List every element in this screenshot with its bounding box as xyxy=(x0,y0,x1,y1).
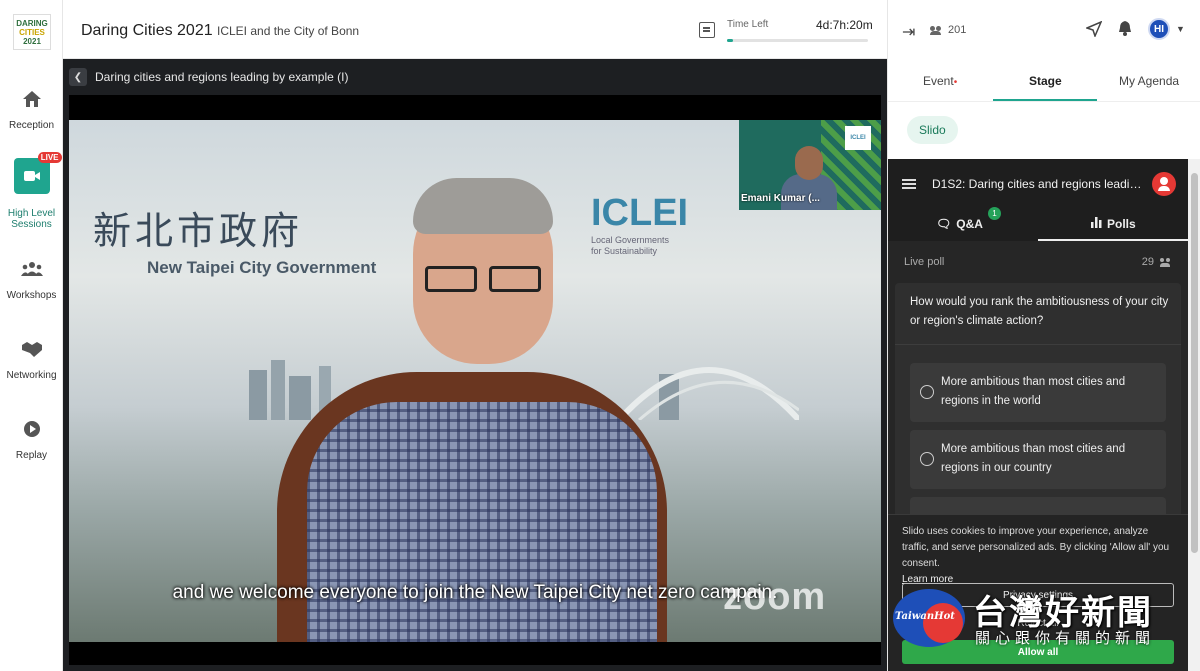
tab-stage-label: Stage xyxy=(1029,74,1062,88)
people-icon xyxy=(930,25,943,35)
slido-active-tab-indicator xyxy=(1038,239,1188,241)
nav-item-reception[interactable]: Reception xyxy=(0,88,63,131)
event-title: Daring Cities 2021 xyxy=(81,22,213,39)
cookie-message: Slido uses cookies to improve your exper… xyxy=(902,526,1170,569)
send-icon[interactable] xyxy=(1084,20,1103,41)
divider xyxy=(895,344,1181,345)
logo-line-2: CITIES xyxy=(19,27,45,37)
time-progress-fill xyxy=(727,39,733,42)
chevron-left-icon: ❮ xyxy=(73,71,83,83)
poll-option-text: More ambitious than most cities and regi… xyxy=(941,443,1126,474)
taiwanhot-logo: TaiwanHot xyxy=(893,589,965,647)
nav-item-high-level-sessions[interactable]: LIVE High Level Sessions xyxy=(0,152,63,230)
play-icon xyxy=(21,418,43,440)
tab-event[interactable]: Event• xyxy=(923,74,957,88)
left-nav: DARING CITIES 2021 Reception LIVE High L… xyxy=(0,0,63,671)
nav-label: Replay xyxy=(15,450,48,461)
tab-stage[interactable]: Stage xyxy=(1029,74,1062,88)
poll-question: How would you rank the ambitiousness of … xyxy=(910,296,1169,327)
slido-header: D1S2: Daring cities and regions leading … xyxy=(888,159,1188,209)
daring-cities-logo[interactable]: DARING CITIES 2021 xyxy=(13,14,51,50)
hamburger-menu-icon[interactable] xyxy=(902,179,916,181)
user-avatar[interactable]: HI xyxy=(1148,18,1170,40)
poll-option[interactable]: More ambitious than most cities and regi… xyxy=(910,363,1166,422)
logo-line-3: 2021 xyxy=(23,36,41,46)
slido-chip[interactable]: Slido xyxy=(907,116,958,144)
poll-option-text: More ambitious than most cities and regi… xyxy=(941,376,1126,407)
participant-count-value: 29 xyxy=(1141,256,1154,268)
video-camera-icon: LIVE xyxy=(13,152,62,194)
session-bar: ❮ Daring cities and regions leading by e… xyxy=(69,67,348,87)
chat-bubble-icon: 🗨 xyxy=(936,217,952,231)
picture-in-picture-video[interactable]: ICLEI Emani Kumar (... xyxy=(739,120,881,210)
nav-item-replay[interactable]: Replay xyxy=(0,418,63,461)
radio-button[interactable] xyxy=(920,452,934,466)
logo-line-1: DARING xyxy=(16,18,48,28)
radio-button[interactable] xyxy=(920,385,934,399)
scrollbar-thumb[interactable] xyxy=(1191,173,1198,553)
session-title: Daring cities and regions leading by exa… xyxy=(95,70,349,84)
chevron-down-icon[interactable]: ▼ xyxy=(1176,24,1185,34)
slido-tab-qa-label: Q&A xyxy=(956,217,983,231)
time-left-widget: Time Left 4d:7h:20m xyxy=(699,18,879,44)
qa-count-badge: 1 xyxy=(988,207,1001,220)
back-button[interactable]: ❮ xyxy=(69,68,87,86)
home-icon xyxy=(21,88,43,110)
slido-tab-qa[interactable]: 🗨 Q&A xyxy=(936,217,983,231)
nav-item-networking[interactable]: Networking xyxy=(0,338,63,381)
attendee-count[interactable]: 201 xyxy=(930,24,966,36)
speaker-figure xyxy=(277,162,667,642)
backdrop-chinese-text: 新北市政府 xyxy=(93,209,304,253)
right-toolbar: ⇥ 201 HI ▼ xyxy=(888,0,1200,60)
nav-label: Reception xyxy=(8,120,55,131)
nav-item-workshops[interactable]: Workshops xyxy=(0,258,63,301)
group-icon xyxy=(20,258,43,280)
slido-event-title: D1S2: Daring cities and regions leading … xyxy=(932,177,1148,191)
tab-my-agenda-label: My Agenda xyxy=(1119,74,1180,88)
time-left-value: 4d:7h:20m xyxy=(816,18,873,32)
live-poll-label: Live poll xyxy=(904,256,945,268)
panel-tabs: Event• Stage My Agenda xyxy=(888,60,1200,102)
bar-chart-icon xyxy=(1091,217,1102,231)
right-panel: ⇥ 201 HI ▼ Event• Stage My Agenda Slido … xyxy=(887,0,1200,671)
cookie-text: Slido uses cookies to improve your exper… xyxy=(902,524,1178,588)
tab-my-agenda[interactable]: My Agenda xyxy=(1119,74,1179,88)
slido-user-icon[interactable] xyxy=(1152,172,1176,196)
app-root: DARING CITIES 2021 Reception LIVE High L… xyxy=(0,0,1200,671)
participant-count: 29 xyxy=(1142,256,1172,268)
handshake-icon xyxy=(21,338,43,360)
taiwanhot-watermark: TaiwanHot 台灣好新聞 關心跟你有關的新聞 xyxy=(893,585,1193,655)
slido-tabs: 🗨 Q&A 1 Polls xyxy=(888,207,1188,241)
attendee-count-value: 201 xyxy=(948,24,967,36)
active-tab-indicator xyxy=(993,99,1097,101)
people-icon xyxy=(1160,257,1172,267)
tab-event-label: Event xyxy=(923,74,954,88)
video-feed: 新北市政府 New Taipei City Government ICLEI L… xyxy=(69,120,881,642)
time-progress-bar xyxy=(727,39,868,42)
stage-area: ❮ Daring cities and regions leading by e… xyxy=(63,59,887,671)
header: Daring Cities 2021 ICLEI and the City of… xyxy=(63,0,887,59)
calendar-icon xyxy=(699,22,715,38)
pip-speaker-name: Emani Kumar (... xyxy=(741,193,820,204)
bell-icon[interactable] xyxy=(1118,20,1132,40)
watermark-slogan: 關心跟你有關的新聞 xyxy=(975,629,1156,647)
time-left-label: Time Left xyxy=(727,19,769,30)
live-badge: LIVE xyxy=(37,152,62,163)
slido-tab-polls-label: Polls xyxy=(1107,217,1136,231)
exit-icon[interactable]: ⇥ xyxy=(902,22,915,42)
live-poll-row: Live poll 29 xyxy=(904,256,1172,270)
slido-tab-polls[interactable]: Polls xyxy=(1091,217,1136,231)
pip-iclei-logo: ICLEI xyxy=(845,126,871,150)
zoom-watermark: zoom xyxy=(723,576,827,618)
poll-option[interactable]: More ambitious than most cities and regi… xyxy=(910,430,1166,489)
taiwanhot-brand: TaiwanHot xyxy=(895,611,955,622)
video-player[interactable]: 新北市政府 New Taipei City Government ICLEI L… xyxy=(69,95,881,665)
nav-label: Workshops xyxy=(6,290,57,301)
event-subtitle: ICLEI and the City of Bonn xyxy=(217,24,360,38)
tab-event-dot: • xyxy=(953,77,958,88)
nav-label: High Level Sessions xyxy=(7,208,56,230)
nav-label: Networking xyxy=(6,370,57,381)
